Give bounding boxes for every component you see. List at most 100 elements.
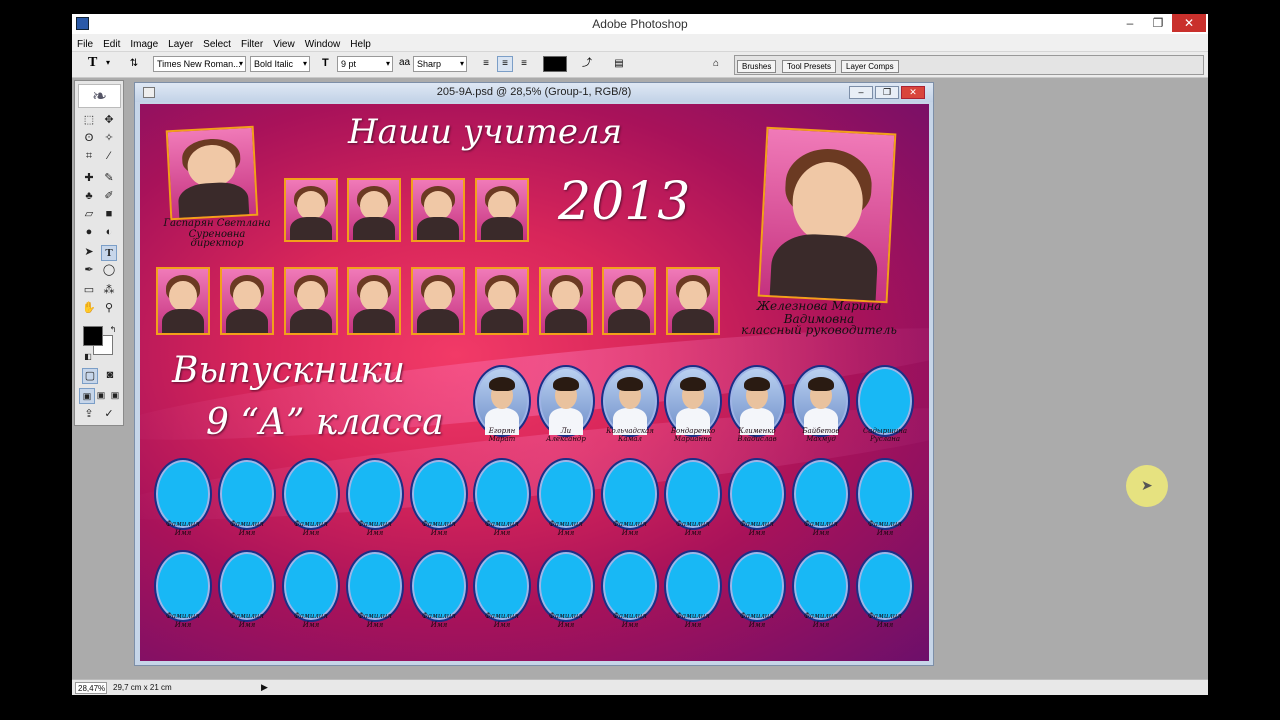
- status-menu-arrow-icon[interactable]: ▶: [261, 682, 268, 693]
- placeholder-surname: Фамилия: [868, 520, 902, 528]
- font-style-select[interactable]: Bold Italic ▾: [250, 56, 310, 72]
- placeholder-surname: Фамилия: [549, 520, 583, 528]
- zoom-field[interactable]: 28,47%: [75, 682, 107, 694]
- placeholder-surname: Фамилия: [485, 520, 519, 528]
- minimize-button[interactable]: –: [1116, 14, 1144, 32]
- placeholder-surname: Фамилия: [676, 612, 710, 620]
- document-minimize-button[interactable]: –: [849, 86, 873, 99]
- notes-tool-icon[interactable]: ▭: [81, 283, 97, 299]
- tab-brushes[interactable]: Brushes: [737, 60, 777, 73]
- tab-layer-comps[interactable]: Layer Comps: [841, 60, 899, 73]
- quick-mask-mode-icon[interactable]: ◙: [102, 368, 118, 384]
- font-size-select[interactable]: 9 pt ▾: [337, 56, 393, 72]
- font-family-select[interactable]: Times New Roman... ▾: [153, 56, 246, 72]
- magic-wand-tool-icon[interactable]: ✧: [101, 131, 117, 147]
- file-browser-icon[interactable]: ⌂: [708, 56, 724, 72]
- text-orientation-icon[interactable]: ⇅: [126, 56, 142, 72]
- menu-image[interactable]: Image: [125, 36, 163, 50]
- crop-tool-icon[interactable]: ⌗: [81, 149, 97, 165]
- zoom-tool-icon[interactable]: ⚲: [101, 301, 117, 317]
- hand-tool-icon[interactable]: ✋: [81, 301, 97, 317]
- brush-tool-icon[interactable]: ✎: [101, 171, 117, 187]
- menu-file[interactable]: File: [72, 36, 98, 50]
- foreground-color-swatch[interactable]: [83, 326, 103, 346]
- clone-stamp-tool-icon[interactable]: ♣: [81, 189, 97, 205]
- move-tool-icon[interactable]: ✥: [101, 113, 117, 129]
- placeholder-name: Имя: [366, 529, 384, 537]
- placeholder-surname: Фамилия: [166, 612, 200, 620]
- default-colors-icon[interactable]: ◧: [80, 349, 96, 365]
- menu-select[interactable]: Select: [198, 36, 236, 50]
- maximize-button[interactable]: ❐: [1144, 14, 1172, 32]
- director-name: Гаспарян Светлана Суреновна: [163, 218, 271, 240]
- menu-view[interactable]: View: [268, 36, 300, 50]
- menu-edit[interactable]: Edit: [98, 36, 125, 50]
- character-palette-icon[interactable]: ▤: [611, 56, 627, 72]
- align-center-icon[interactable]: ≡: [497, 56, 513, 72]
- document-title-bar[interactable]: 205-9A.psd @ 28,5% (Group-1, RGB/8) – ❐ …: [135, 83, 933, 102]
- placeholder-surname: Фамилия: [549, 612, 583, 620]
- feather-logo-icon[interactable]: ❧: [78, 84, 121, 108]
- edit-icon[interactable]: ✓: [101, 407, 117, 423]
- swap-colors-icon[interactable]: ↰: [105, 322, 121, 338]
- placeholder-name: Имя: [366, 621, 384, 629]
- graduate-name: Камал: [617, 435, 643, 443]
- dodge-tool-icon[interactable]: ◐: [101, 225, 117, 241]
- placeholder-surname: Фамилия: [230, 612, 264, 620]
- ellipse-tool-icon[interactable]: ◯: [101, 263, 117, 279]
- placeholder-name: Имя: [174, 529, 192, 537]
- font-size-value: 9 pt: [341, 59, 357, 69]
- placeholder-surname: Фамилия: [613, 612, 647, 620]
- placeholder-surname: Фамилия: [485, 612, 519, 620]
- placeholder-name: Имя: [876, 621, 894, 629]
- lasso-tool-icon[interactable]: ʘ: [81, 131, 97, 147]
- teacher-photo: [284, 267, 338, 335]
- options-bar: T ▾ ⇅ Times New Roman... ▾ Bold Italic ▾ T…: [72, 52, 1208, 78]
- teacher-photo: [411, 267, 465, 335]
- placeholder-name: Имя: [174, 621, 192, 629]
- antialias-select[interactable]: Sharp ▾: [413, 56, 467, 72]
- teacher-photo: [220, 267, 274, 335]
- type-tool-preset-icon[interactable]: T: [88, 56, 97, 72]
- jump-to-imageready-icon[interactable]: ⇪: [81, 407, 97, 423]
- placeholder-surname: Фамилия: [358, 612, 392, 620]
- document-maximize-button[interactable]: ❐: [875, 86, 899, 99]
- graduate-surname: Бондаренко: [670, 427, 716, 435]
- menu-filter[interactable]: Filter: [236, 36, 268, 50]
- tool-preset-dropdown-icon[interactable]: ▾: [106, 56, 110, 72]
- align-right-icon[interactable]: ≡: [516, 56, 532, 72]
- menu-window[interactable]: Window: [300, 36, 346, 50]
- menu-help[interactable]: Help: [345, 36, 376, 50]
- placeholder-surname: Фамилия: [804, 520, 838, 528]
- healing-brush-tool-icon[interactable]: ✚: [81, 171, 97, 187]
- text-color-swatch[interactable]: [543, 56, 567, 72]
- pen-tool-icon[interactable]: ✒: [81, 263, 97, 279]
- director-photo: [165, 125, 259, 221]
- screen: Adobe Photoshop – ❐ ✕ File Edit Image Layer…: [0, 0, 1280, 720]
- blur-tool-icon[interactable]: ●: [81, 225, 97, 241]
- photoshop-window: Adobe Photoshop – ❐ ✕ File Edit Image Layer…: [72, 14, 1208, 695]
- eyedropper-tool-icon[interactable]: ⁂: [101, 283, 117, 299]
- type-tool-icon[interactable]: T: [101, 245, 117, 261]
- warp-text-icon[interactable]: ⤴: [579, 56, 595, 72]
- close-button[interactable]: ✕: [1172, 14, 1206, 32]
- eraser-tool-icon[interactable]: ▱: [81, 207, 97, 223]
- history-brush-tool-icon[interactable]: ✐: [101, 189, 117, 205]
- marquee-tool-icon[interactable]: ⬚: [81, 113, 97, 129]
- placeholder-name: Имя: [302, 621, 320, 629]
- graduate-name: Александр: [546, 435, 586, 443]
- slice-tool-icon[interactable]: ⁄: [101, 149, 117, 165]
- align-left-icon[interactable]: ≡: [478, 56, 494, 72]
- screen-mode-full-icon[interactable]: ▣: [107, 388, 123, 404]
- standard-mode-icon[interactable]: ▢: [82, 368, 98, 384]
- path-selection-tool-icon[interactable]: ➤: [81, 245, 97, 261]
- gradient-tool-icon[interactable]: ■: [101, 207, 117, 223]
- menu-layer[interactable]: Layer: [163, 36, 198, 50]
- document-canvas[interactable]: Наши учителя 2013 Выпускники 9 “А” класс…: [140, 104, 929, 661]
- app-title: Adobe Photoshop: [592, 17, 688, 31]
- graduate-name: Марианна: [674, 435, 712, 443]
- placeholder-name: Имя: [876, 529, 894, 537]
- document-close-button[interactable]: ✕: [901, 86, 925, 99]
- tab-tool-presets[interactable]: Tool Presets: [782, 60, 837, 73]
- chevron-down-icon: ▾: [302, 59, 307, 68]
